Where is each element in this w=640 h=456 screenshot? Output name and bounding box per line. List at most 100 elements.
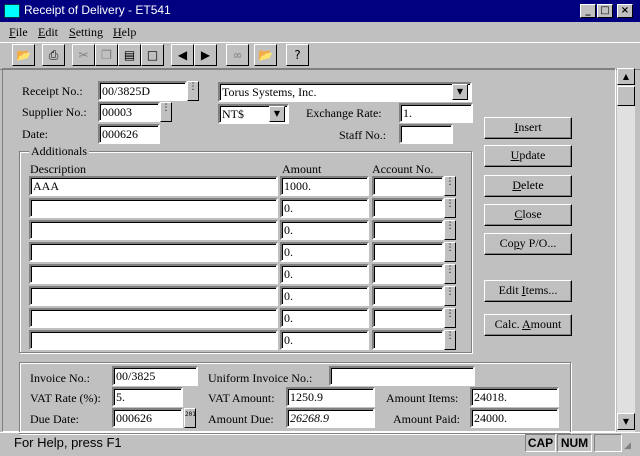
receipt-no-field[interactable]: 00/3825D (98, 81, 187, 101)
minimize-button[interactable]: _ (580, 4, 596, 18)
insert-label: nsert (518, 120, 542, 134)
menu-setting[interactable]: Setting (69, 25, 103, 40)
insert-button[interactable]: Insert (484, 117, 572, 139)
copy-button[interactable]: ❐ (95, 44, 118, 66)
supplier-no-field[interactable]: 00003 (98, 102, 160, 122)
account-lookup-button[interactable]: ⋮ (444, 308, 456, 328)
additional-account-field[interactable] (372, 198, 444, 218)
copy-po-label: y P/O... (519, 236, 557, 250)
scroll-thumb[interactable] (617, 86, 635, 106)
additional-account-field[interactable] (372, 242, 444, 262)
staff-no-field[interactable] (399, 124, 453, 144)
delete-button[interactable]: Delete (484, 175, 572, 197)
additional-account-field[interactable] (372, 264, 444, 284)
calendar-button[interactable]: 2010 (184, 408, 196, 428)
additional-account-field[interactable] (372, 176, 444, 196)
additional-account-field[interactable] (372, 330, 444, 350)
open-button[interactable]: 📂 (254, 44, 277, 66)
amount-items-field[interactable]: 24018. (470, 387, 559, 407)
amount-paid-field[interactable]: 24000. (470, 408, 559, 428)
account-lookup-button[interactable]: ⋮ (444, 176, 456, 196)
additional-amount-field[interactable]: 0. (280, 330, 369, 350)
receipt-no-lookup-button[interactable]: ⋮ (187, 81, 199, 101)
help-button[interactable]: ? (286, 44, 309, 66)
app-icon[interactable] (4, 4, 20, 18)
additional-amount-field[interactable]: 0. (280, 308, 369, 328)
additional-amount-field[interactable]: 0. (280, 198, 369, 218)
scroll-up-button[interactable]: ▲ (617, 68, 635, 85)
calc-amount-button[interactable]: Calc. Amount (484, 314, 572, 336)
menu-help-label: elp (121, 25, 137, 39)
close-window-button[interactable]: × (617, 4, 633, 18)
additional-description-field[interactable] (29, 242, 278, 262)
lookup-icon: ⋮ (445, 309, 455, 319)
due-date-label: Due Date: (30, 412, 79, 426)
currency-dropdown-button[interactable]: ▼ (269, 106, 285, 122)
additionals-title: Additionals (29, 144, 89, 159)
cut-button[interactable]: ✂ (72, 44, 95, 66)
open-folder-button[interactable]: 📂 (12, 44, 35, 66)
update-button[interactable]: Update (484, 145, 572, 167)
date-field[interactable]: 000626 (98, 124, 160, 144)
account-lookup-button[interactable]: ⋮ (444, 220, 456, 240)
lookup-icon: ⋮ (445, 221, 455, 231)
delete-hotkey: D (512, 178, 521, 192)
account-lookup-button[interactable]: ⋮ (444, 286, 456, 306)
company-select[interactable]: Torus Systems, Inc. (218, 82, 472, 102)
account-lookup-button[interactable]: ⋮ (444, 242, 456, 262)
lookup-icon: ⋮ (445, 287, 455, 297)
next-button[interactable]: ▶ (194, 44, 217, 66)
additional-account-field[interactable] (372, 308, 444, 328)
vertical-scrollbar[interactable] (617, 68, 635, 432)
calendar-icon: 2010 (185, 411, 196, 418)
amount-due-field[interactable]: 26268.9 (286, 408, 375, 428)
account-lookup-button[interactable]: ⋮ (444, 330, 456, 350)
supplier-no-lookup-button[interactable]: ⋮ (160, 102, 172, 122)
account-lookup-button[interactable]: ⋮ (444, 264, 456, 284)
vat-amount-field[interactable]: 1250.9 (286, 387, 375, 407)
vat-amount-label: VAT Amount: (208, 391, 275, 405)
scroll-down-button[interactable]: ▼ (617, 413, 635, 430)
resize-grip-icon[interactable]: ◢ (624, 440, 636, 452)
additional-description-field[interactable] (29, 220, 278, 240)
maximize-button[interactable]: □ (597, 4, 613, 18)
invoice-no-label: Invoice No.: (30, 371, 90, 385)
exchange-rate-field[interactable]: 1. (399, 103, 473, 123)
account-lookup-button[interactable]: ⋮ (444, 198, 456, 218)
additional-description-field[interactable] (29, 330, 278, 350)
menu-edit[interactable]: Edit (38, 25, 58, 40)
edit-items-button[interactable]: Edit Items... (484, 280, 572, 302)
additional-description-field[interactable] (29, 264, 278, 284)
invoice-no-field[interactable]: 00/3825 (112, 366, 198, 386)
currency-select-value: NT$ (222, 107, 244, 121)
new-button[interactable]: □ (141, 44, 164, 66)
paste-button[interactable]: ▤ (118, 44, 141, 66)
vat-rate-field[interactable]: 5. (112, 387, 183, 407)
additional-amount-field[interactable]: 0. (280, 264, 369, 284)
additional-description-field[interactable] (29, 198, 278, 218)
additional-amount-field[interactable]: 0. (280, 242, 369, 262)
uniform-invoice-field[interactable] (329, 366, 475, 386)
additional-account-field[interactable] (372, 220, 444, 240)
additional-amount-field[interactable]: 1000. (280, 176, 369, 196)
company-dropdown-button[interactable]: ▼ (452, 84, 468, 100)
previous-button[interactable]: ◀ (171, 44, 194, 66)
print-icon: ⎙ (48, 48, 59, 62)
menu-file[interactable]: File (9, 25, 28, 40)
due-date-field[interactable]: 000626 (112, 408, 183, 428)
find-button[interactable]: ∞ (226, 44, 249, 66)
additional-description-field[interactable] (29, 286, 278, 306)
additional-description-field[interactable] (29, 308, 278, 328)
amount-paid-label: Amount Paid: (393, 412, 461, 426)
additional-description-field[interactable]: AAA (29, 176, 278, 196)
additional-amount-field[interactable]: 0. (280, 220, 369, 240)
amount-items-label: Amount Items: (386, 391, 459, 405)
status-panel-empty (594, 434, 622, 452)
additional-amount-field[interactable]: 0. (280, 286, 369, 306)
close-button[interactable]: Close (484, 204, 572, 226)
copy-po-button[interactable]: Copy P/O... (484, 233, 572, 255)
vat-rate-label: VAT Rate (%): (30, 391, 101, 405)
menu-help[interactable]: Help (113, 25, 136, 40)
additional-account-field[interactable] (372, 286, 444, 306)
print-button[interactable]: ⎙ (42, 44, 65, 66)
